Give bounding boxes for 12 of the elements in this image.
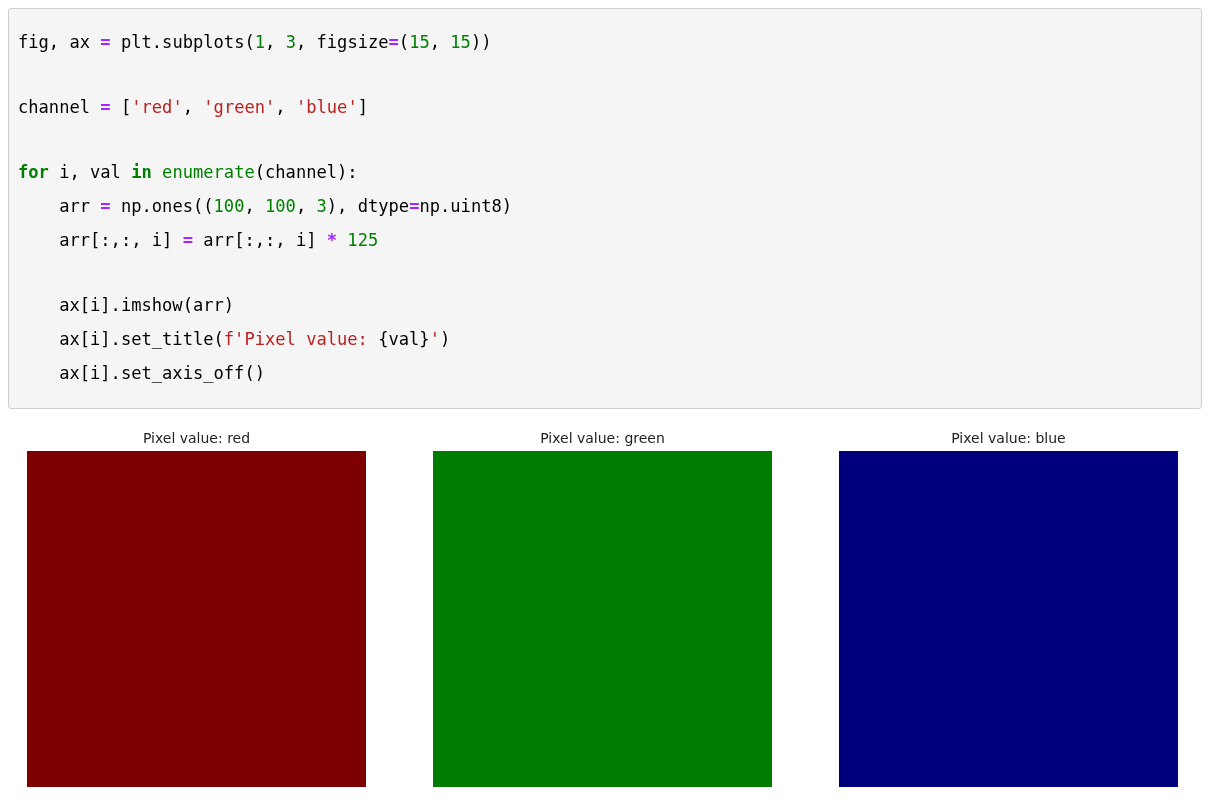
code-line: arr = np.ones((100, 100, 3), dtype=np.uint8)	[58, 195, 513, 218]
plot-title: Pixel value: red	[142, 429, 251, 448]
code-line: for i, val in enumerate(channel):	[18, 161, 358, 184]
code-line: ax[i].set_axis_off()	[58, 362, 265, 385]
code-line: fig, ax = plt.subplots(1, 3, figsize=(15, 15))	[18, 31, 492, 54]
plot-title: Pixel value: blue	[951, 429, 1066, 448]
code-cell[interactable]	[8, 8, 1202, 409]
code-line: arr[:,:, i] = arr[:,:, i] * 125	[58, 229, 379, 252]
code-line: ax[i].set_title(f'Pixel value: {val}')	[58, 328, 451, 351]
code-line: ax[i].imshow(arr)	[58, 294, 235, 317]
plot-title: Pixel value: green	[540, 429, 665, 448]
code-line: channel = ['red', 'green', 'blue']	[18, 96, 368, 119]
